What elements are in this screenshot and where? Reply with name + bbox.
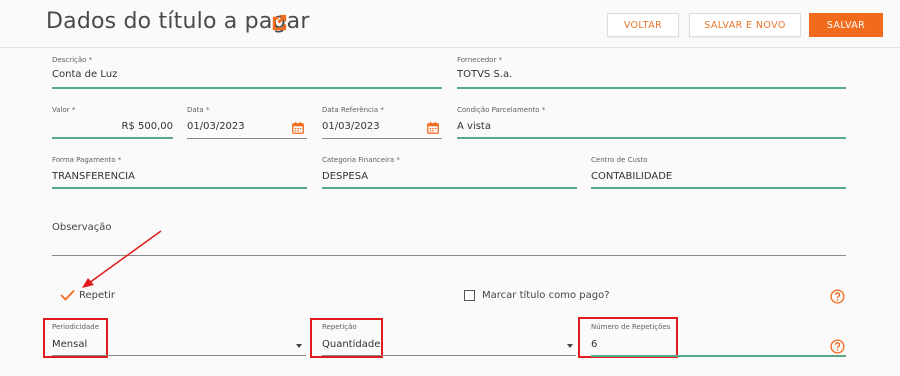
- categoria-financeira-value[interactable]: DESPESA: [322, 171, 368, 182]
- calendar-icon[interactable]: [427, 122, 439, 134]
- back-button[interactable]: VOLTAR: [607, 13, 679, 37]
- centro-custo-label: Centro de Custo: [591, 156, 648, 164]
- chevron-down-icon[interactable]: [567, 344, 573, 348]
- numero-repeticoes-label: Número de Repetições: [591, 323, 671, 331]
- periodicidade-label: Periodicidade: [52, 323, 100, 331]
- periodicidade-select[interactable]: Periodicidade Mensal: [52, 323, 306, 357]
- marcar-pago-label[interactable]: Marcar título como pago?: [482, 290, 610, 301]
- repeticao-underline: [322, 355, 576, 356]
- data-field[interactable]: Data * 01/03/2023: [187, 106, 307, 142]
- descricao-label: Descrição *: [52, 56, 93, 64]
- forma-pagamento-label: Forma Pagamento *: [52, 156, 122, 164]
- help-icon[interactable]: [830, 289, 845, 304]
- valor-value[interactable]: R$ 500,00: [122, 121, 173, 132]
- fornecedor-underline: [457, 87, 846, 89]
- back-button-label: VOLTAR: [623, 19, 663, 31]
- data-label: Data *: [187, 106, 210, 114]
- forma-pagamento-underline: [52, 187, 307, 189]
- condicao-parcelamento-label: Condição Parcelamento *: [457, 106, 546, 114]
- periodicidade-underline: [52, 355, 306, 356]
- repeticao-value[interactable]: Quantidade: [322, 339, 380, 350]
- save-button-label: SALVAR: [826, 19, 866, 31]
- descricao-value[interactable]: Conta de Luz: [52, 69, 117, 80]
- data-referencia-field[interactable]: Data Referência * 01/03/2023: [322, 106, 442, 142]
- data-value[interactable]: 01/03/2023: [187, 121, 245, 132]
- fornecedor-field[interactable]: Fornecedor * TOTVS S.a.: [457, 56, 846, 92]
- data-underline: [187, 138, 307, 139]
- data-referencia-label: Data Referência *: [322, 106, 384, 114]
- descricao-field[interactable]: Descrição * Conta de Luz: [52, 56, 442, 92]
- numero-repeticoes-underline: [591, 355, 846, 357]
- observacao-underline: [52, 255, 846, 256]
- centro-custo-value[interactable]: CONTABILIDADE: [591, 171, 672, 182]
- forma-pagamento-value[interactable]: TRANSFERENCIA: [52, 171, 135, 182]
- save-and-new-button[interactable]: SALVAR E NOVO: [689, 13, 801, 37]
- save-and-new-label: SALVAR E NOVO: [704, 19, 786, 31]
- page-header: Dados do título a pagar VOLTAR SALVAR E …: [0, 0, 900, 48]
- observacao-field[interactable]: Observação: [52, 220, 846, 258]
- centro-custo-field[interactable]: Centro de Custo CONTABILIDADE: [591, 156, 846, 192]
- chevron-down-icon[interactable]: [296, 344, 302, 348]
- valor-field[interactable]: Valor * R$ 500,00: [52, 106, 173, 142]
- marcar-pago-checkbox[interactable]: [464, 290, 475, 301]
- repeticao-select[interactable]: Repetição Quantidade: [322, 323, 576, 357]
- save-button[interactable]: SALVAR: [809, 13, 883, 37]
- forma-pagamento-field[interactable]: Forma Pagamento * TRANSFERENCIA: [52, 156, 307, 192]
- categoria-financeira-field[interactable]: Categoria Financeira * DESPESA: [322, 156, 577, 192]
- centro-custo-underline: [591, 187, 846, 189]
- descricao-underline: [52, 87, 442, 89]
- numero-repeticoes-value[interactable]: 6: [591, 339, 597, 350]
- numero-repeticoes-field[interactable]: Número de Repetições 6: [591, 323, 846, 357]
- fornecedor-value[interactable]: TOTVS S.a.: [457, 69, 512, 80]
- condicao-parcelamento-value[interactable]: A vista: [457, 121, 491, 132]
- data-referencia-underline: [322, 138, 442, 139]
- periodicidade-value[interactable]: Mensal: [52, 339, 87, 350]
- condicao-parcelamento-underline: [457, 137, 846, 139]
- categoria-financeira-label: Categoria Financeira *: [322, 156, 400, 164]
- external-link-icon[interactable]: [269, 13, 288, 32]
- repetir-label[interactable]: Repetir: [79, 290, 115, 301]
- repeticao-label: Repetição: [322, 323, 357, 331]
- valor-underline: [52, 137, 173, 139]
- repetir-checkmark-icon[interactable]: [60, 289, 75, 301]
- valor-label: Valor *: [52, 106, 76, 114]
- condicao-parcelamento-field[interactable]: Condição Parcelamento * A vista: [457, 106, 846, 142]
- data-referencia-value[interactable]: 01/03/2023: [322, 121, 380, 132]
- calendar-icon[interactable]: [292, 122, 304, 134]
- observacao-placeholder[interactable]: Observação: [52, 222, 111, 233]
- categoria-financeira-underline: [322, 187, 577, 189]
- fornecedor-label: Fornecedor *: [457, 56, 503, 64]
- help-icon[interactable]: [830, 339, 845, 354]
